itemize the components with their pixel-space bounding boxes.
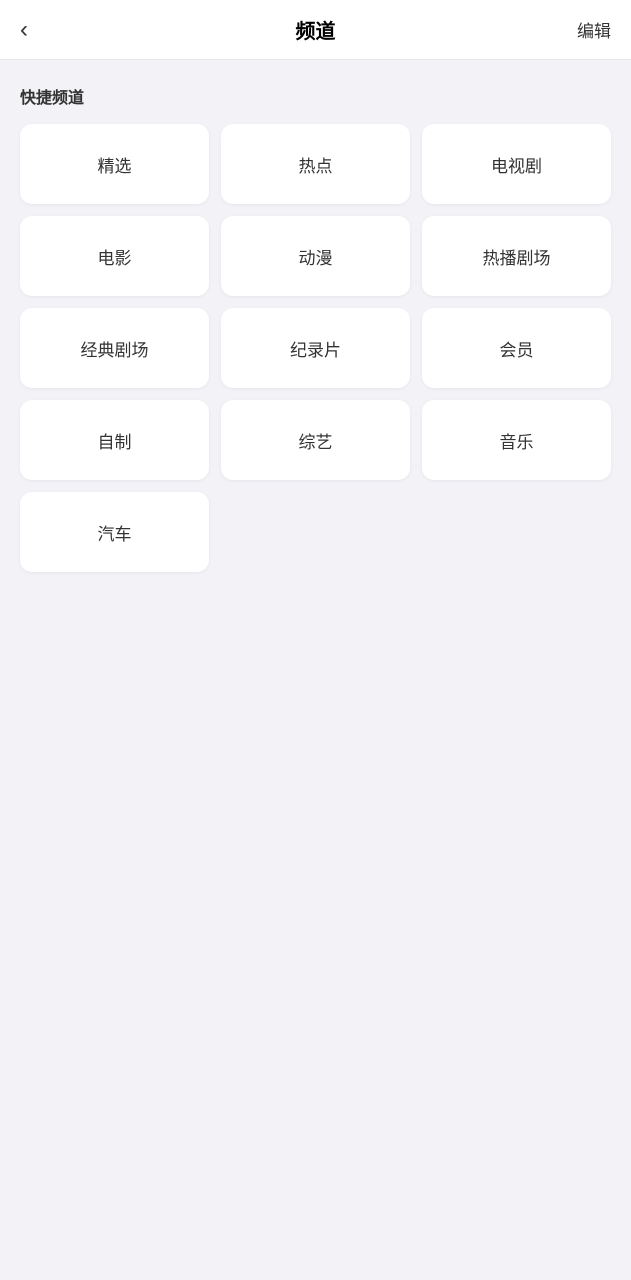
back-button[interactable]: ‹ bbox=[20, 16, 80, 44]
section-title: 快捷频道 bbox=[20, 84, 611, 108]
channel-card-huiyuan[interactable]: 会员 bbox=[422, 308, 611, 388]
channel-card-dongman[interactable]: 动漫 bbox=[221, 216, 410, 296]
channel-label-jilupian: 纪录片 bbox=[290, 336, 341, 361]
back-arrow-icon: ‹ bbox=[20, 16, 28, 44]
channel-label-zongyi: 综艺 bbox=[299, 428, 333, 453]
channel-label-jingxuan: 精选 bbox=[98, 152, 132, 177]
channel-label-redian: 热点 bbox=[299, 152, 333, 177]
quick-channels-section: 快捷频道 精选 热点 电视剧电影 动漫 热播剧场经典剧场 纪录片 会员自制 综艺 音乐汽车 bbox=[0, 60, 631, 588]
channel-card-zongyi[interactable]: 综艺 bbox=[221, 400, 410, 480]
edit-button[interactable]: 编辑 bbox=[551, 17, 611, 42]
channel-label-dongman: 动漫 bbox=[299, 244, 333, 269]
channel-label-jingdianjuchang: 经典剧场 bbox=[81, 336, 149, 361]
channel-card-jilupian[interactable]: 纪录片 bbox=[221, 308, 410, 388]
channel-card-zizhi[interactable]: 自制 bbox=[20, 400, 209, 480]
channel-card-qiche[interactable]: 汽车 bbox=[20, 492, 209, 572]
page-title: 频道 bbox=[80, 15, 551, 44]
channel-card-dianying[interactable]: 电影 bbox=[20, 216, 209, 296]
channels-grid: 精选 热点 电视剧电影 动漫 热播剧场经典剧场 纪录片 会员自制 综艺 音乐汽车 bbox=[20, 124, 611, 572]
channel-card-dianshiju[interactable]: 电视剧 bbox=[422, 124, 611, 204]
channel-card-yinyue[interactable]: 音乐 bbox=[422, 400, 611, 480]
channel-card-jingdianjuchang[interactable]: 经典剧场 bbox=[20, 308, 209, 388]
channel-card-jingxuan[interactable]: 精选 bbox=[20, 124, 209, 204]
channel-card-redian[interactable]: 热点 bbox=[221, 124, 410, 204]
channel-label-huiyuan: 会员 bbox=[500, 336, 534, 361]
channel-label-dianshiju: 电视剧 bbox=[491, 152, 542, 177]
channel-label-qiche: 汽车 bbox=[98, 520, 132, 545]
channel-label-zizhi: 自制 bbox=[98, 428, 132, 453]
header: ‹ 频道 编辑 bbox=[0, 0, 631, 60]
channel-label-rebojuchang: 热播剧场 bbox=[483, 244, 551, 269]
channel-label-dianying: 电影 bbox=[98, 244, 132, 269]
channel-label-yinyue: 音乐 bbox=[500, 428, 534, 453]
channel-card-rebojuchang[interactable]: 热播剧场 bbox=[422, 216, 611, 296]
